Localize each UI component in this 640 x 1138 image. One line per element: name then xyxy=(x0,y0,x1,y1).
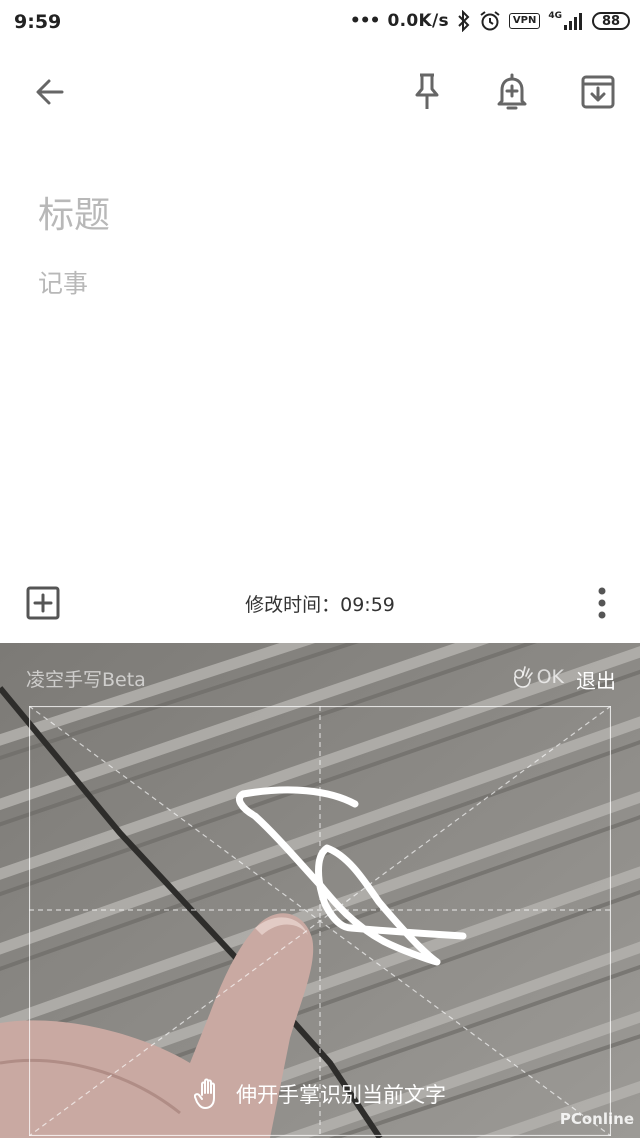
arrow-left-icon xyxy=(36,79,64,105)
open-palm-icon xyxy=(194,1078,215,1109)
pin-icon xyxy=(415,73,439,109)
handwriting-stroke xyxy=(236,786,467,966)
status-bar: 9:59 ••• 0.0K/s VPN 4G 88 xyxy=(0,0,640,44)
ok-hand-icon xyxy=(513,666,533,688)
gesture-hint: 伸开手掌识别当前文字 xyxy=(0,1078,640,1110)
battery-level: 88 xyxy=(592,12,630,30)
writing-frame xyxy=(29,706,611,1136)
signal-icon xyxy=(564,13,582,30)
status-dots: ••• xyxy=(349,11,381,31)
ok-gesture-hint: OK xyxy=(511,665,564,689)
handwriting-overlay[interactable]: 凌空手写Beta OK 退出 伸开手掌识别当前文字 PConline xyxy=(0,643,640,1138)
mode-label: 凌空手写Beta xyxy=(26,669,146,691)
more-options-button[interactable] xyxy=(584,578,620,628)
hint-text: 伸开手掌识别当前文字 xyxy=(236,1083,446,1107)
bell-plus-icon xyxy=(497,73,527,110)
archive-button[interactable] xyxy=(570,64,626,120)
alarm-icon xyxy=(480,11,500,31)
pin-button[interactable] xyxy=(399,64,455,120)
modified-time: 修改时间：09:59 xyxy=(245,594,395,616)
status-icons: ••• 0.0K/s VPN 4G 88 xyxy=(350,8,630,34)
reminder-button[interactable] xyxy=(484,64,540,120)
note-title-input[interactable]: 标题 xyxy=(38,186,110,238)
bottom-bar: 修改时间：09:59 xyxy=(0,572,640,642)
toolbar xyxy=(0,58,640,130)
signal-indicator: 4G xyxy=(548,12,584,30)
watermark: PConline xyxy=(559,1110,634,1128)
network-type: 4G xyxy=(548,11,562,21)
archive-icon xyxy=(581,75,615,109)
status-time: 9:59 xyxy=(14,11,62,33)
back-button[interactable] xyxy=(22,64,78,120)
vpn-badge: VPN xyxy=(508,13,541,29)
battery: 88 xyxy=(592,12,630,30)
overlay-header: 凌空手写Beta OK 退出 xyxy=(0,665,640,695)
more-vert-icon xyxy=(598,587,606,619)
note-body-input[interactable]: 记事 xyxy=(38,264,88,300)
network-speed: 0.0K/s xyxy=(387,11,449,31)
bluetooth-icon xyxy=(458,10,470,32)
ok-label: OK xyxy=(536,666,564,688)
exit-button[interactable]: 退出 xyxy=(576,665,616,694)
